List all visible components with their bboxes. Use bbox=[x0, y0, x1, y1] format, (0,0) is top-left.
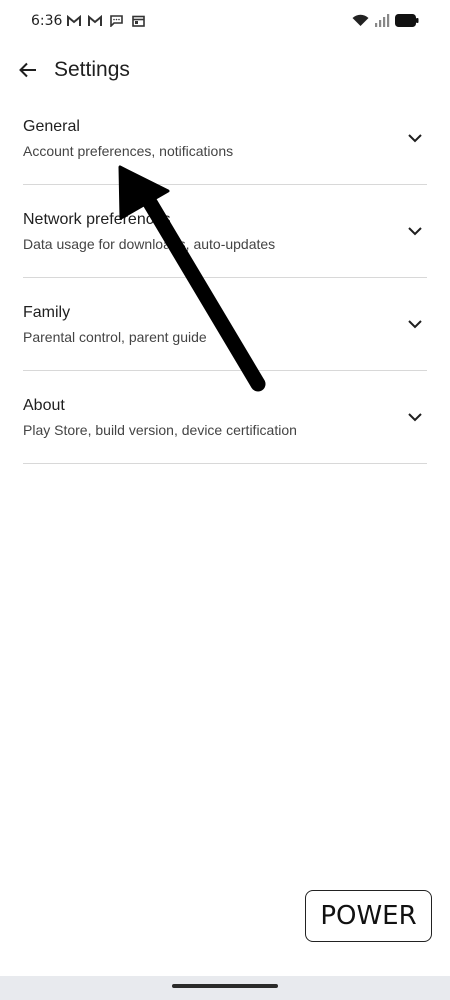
message-icon bbox=[110, 14, 123, 32]
settings-item-subtitle: Data usage for downloads, auto-updates bbox=[23, 236, 276, 252]
chevron-down-icon[interactable] bbox=[406, 129, 424, 147]
status-time: 6:36 bbox=[31, 13, 63, 29]
divider bbox=[23, 463, 427, 464]
calendar-icon bbox=[132, 14, 145, 32]
battery-icon bbox=[395, 14, 419, 32]
wifi-icon bbox=[352, 14, 369, 32]
settings-item-subtitle: Play Store, build version, device certif… bbox=[23, 422, 297, 438]
gmail-icon bbox=[88, 14, 102, 32]
app-bar: Settings bbox=[0, 48, 450, 96]
signal-icon bbox=[374, 14, 390, 32]
settings-item-title: Family bbox=[23, 304, 71, 321]
home-gesture-handle[interactable] bbox=[172, 984, 278, 988]
settings-screen: 6:36 Settings General Account preference… bbox=[0, 0, 450, 1000]
settings-item-title: About bbox=[23, 397, 65, 414]
settings-item-network-preferences[interactable]: Network preferences Data usage for downl… bbox=[0, 185, 450, 278]
settings-item-family[interactable]: Family Parental control, parent guide bbox=[0, 278, 450, 371]
navigation-bar bbox=[0, 976, 450, 1000]
settings-list: General Account preferences, notificatio… bbox=[0, 92, 450, 464]
gmail-icon bbox=[67, 14, 81, 32]
settings-item-general[interactable]: General Account preferences, notificatio… bbox=[0, 92, 450, 185]
chevron-down-icon[interactable] bbox=[406, 408, 424, 426]
settings-item-about[interactable]: About Play Store, build version, device … bbox=[0, 371, 450, 464]
power-button[interactable]: POWER bbox=[305, 890, 432, 942]
page-title: Settings bbox=[54, 58, 130, 81]
chevron-down-icon[interactable] bbox=[406, 315, 424, 333]
settings-item-title: General bbox=[23, 118, 80, 135]
arrow-back-icon bbox=[18, 60, 38, 85]
settings-item-subtitle: Parental control, parent guide bbox=[23, 329, 207, 345]
settings-item-subtitle: Account preferences, notifications bbox=[23, 143, 234, 159]
settings-item-title: Network preferences bbox=[23, 211, 171, 228]
chevron-down-icon[interactable] bbox=[406, 222, 424, 240]
back-button[interactable] bbox=[12, 56, 44, 88]
status-bar: 6:36 bbox=[0, 0, 450, 44]
